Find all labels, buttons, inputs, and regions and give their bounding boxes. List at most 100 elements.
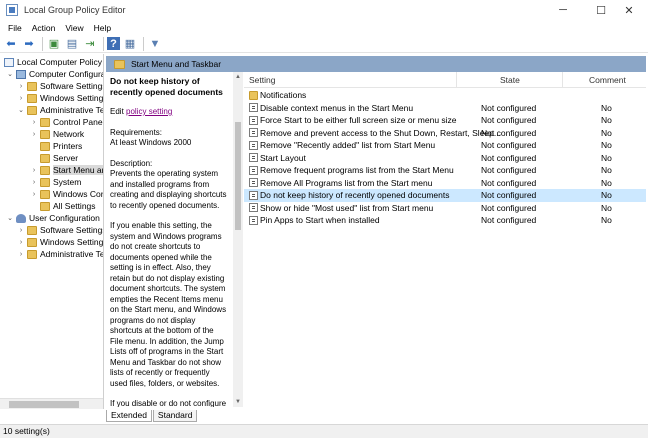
- list-item-folder[interactable]: Notifications: [244, 89, 646, 102]
- tree-node-user-windows-settings[interactable]: › Windows Setting: [17, 236, 103, 248]
- column-header-state[interactable]: State: [500, 75, 520, 85]
- tree-node-windows-components[interactable]: › Windows Cor: [30, 188, 103, 200]
- folder-icon: [40, 165, 50, 175]
- show-hide-tree-icon[interactable]: ▤: [64, 36, 80, 52]
- policy-title: Do not keep history of recently opened d…: [110, 76, 223, 97]
- expand-chevron-icon[interactable]: ›: [17, 227, 25, 234]
- folder-icon: [40, 129, 50, 139]
- expand-chevron-icon[interactable]: ›: [30, 119, 38, 126]
- folder-icon: [27, 225, 37, 235]
- status-text: 10 setting(s): [3, 426, 50, 436]
- folder-icon: [27, 249, 37, 259]
- setting-icon: [249, 178, 258, 188]
- window-title: Local Group Policy Editor: [24, 5, 126, 15]
- scrollbar-thumb[interactable]: [9, 401, 79, 408]
- filter-icon[interactable]: ▼: [147, 36, 163, 52]
- help-icon[interactable]: ?: [107, 37, 120, 50]
- collapse-chevron-icon[interactable]: ⌄: [6, 214, 14, 222]
- edit-policy-line: Edit policy setting: [110, 107, 173, 116]
- folder-icon: [40, 177, 50, 187]
- table-row[interactable]: Force Start to be either full screen siz…: [244, 114, 646, 127]
- folder-icon: [27, 81, 37, 91]
- expand-chevron-icon[interactable]: ›: [17, 239, 25, 246]
- minimize-icon[interactable]: ─: [544, 0, 582, 20]
- table-row[interactable]: Remove "Recently added" list from Start …: [244, 139, 646, 152]
- setting-icon: [249, 165, 258, 175]
- console-tree: Local Computer Policy ⌄ Computer Configu…: [0, 54, 104, 409]
- menu-help[interactable]: Help: [89, 23, 116, 33]
- tree-node-network[interactable]: › Network: [30, 128, 84, 140]
- table-row[interactable]: Remove frequent programs list from the S…: [244, 164, 646, 177]
- tree-node-start-menu-and-taskbar[interactable]: › Start Menu ar: [30, 164, 103, 176]
- tree-node-user-software-settings[interactable]: › Software Settings: [17, 224, 103, 236]
- expand-chevron-icon[interactable]: ›: [17, 83, 25, 90]
- description: Description: Prevents the operating syst…: [110, 158, 227, 210]
- properties-icon[interactable]: ▦: [122, 36, 138, 52]
- scroll-down-icon[interactable]: ▼: [233, 397, 243, 407]
- user-icon: [16, 213, 26, 223]
- setting-icon: [249, 115, 258, 125]
- table-row[interactable]: Pin Apps to Start when installed Not con…: [244, 214, 646, 227]
- expand-chevron-icon[interactable]: ›: [30, 191, 38, 198]
- tree-node-computer-configuration[interactable]: ⌄ Computer Configura: [6, 68, 103, 80]
- menu-view[interactable]: View: [60, 23, 88, 33]
- tree-node-computer-software-settings[interactable]: › Software Settings: [17, 80, 103, 92]
- column-divider[interactable]: [562, 72, 563, 88]
- table-row[interactable]: Remove All Programs list from the Start …: [244, 177, 646, 190]
- table-row[interactable]: Show or hide "Most used" list from Start…: [244, 202, 646, 215]
- column-divider[interactable]: [456, 72, 457, 88]
- tree-node-local-computer-policy[interactable]: Local Computer Policy: [4, 56, 102, 68]
- forward-arrow-icon[interactable]: ➡: [21, 36, 37, 52]
- expand-chevron-icon[interactable]: ›: [30, 167, 38, 174]
- title-bar: Local Group Policy Editor ─ ☐ ✕: [0, 0, 648, 20]
- tree-node-user-configuration[interactable]: ⌄ User Configuration: [6, 212, 100, 224]
- tree-node-system[interactable]: › System: [30, 176, 82, 188]
- expand-chevron-icon[interactable]: ›: [17, 95, 25, 102]
- toolbar: ⬅ ➡ ▣ ▤ ⇥ ? ▦ ▼: [0, 35, 648, 53]
- tree-node-computer-windows-settings[interactable]: › Windows Setting: [17, 92, 103, 104]
- tree-node-control-panel[interactable]: › Control Panel: [30, 116, 103, 128]
- folder-icon: [27, 93, 37, 103]
- table-row[interactable]: Remove and prevent access to the Shut Do…: [244, 127, 646, 140]
- settings-list: Setting State Comment Notifications Disa…: [244, 72, 646, 407]
- requirements: Requirements: At least Windows 2000: [110, 127, 192, 148]
- setting-icon: [249, 153, 258, 163]
- tree-node-all-settings[interactable]: All Settings: [30, 200, 96, 212]
- table-row[interactable]: Disable context menus in the Start Menu …: [244, 102, 646, 115]
- folder-icon: [40, 189, 50, 199]
- back-arrow-icon[interactable]: ⬅: [3, 36, 19, 52]
- setting-icon: [249, 128, 258, 138]
- edit-policy-setting-link[interactable]: policy setting: [126, 107, 172, 116]
- table-row-selected[interactable]: Do not keep history of recently opened d…: [244, 189, 646, 202]
- expand-chevron-icon[interactable]: ›: [17, 251, 25, 258]
- tree-node-printers[interactable]: Printers: [30, 140, 82, 152]
- menu-action[interactable]: Action: [27, 23, 61, 33]
- tree-node-user-administrative-templates[interactable]: › Administrative Te: [17, 248, 103, 260]
- table-row[interactable]: Start Layout Not configured No: [244, 152, 646, 165]
- column-header-setting[interactable]: Setting: [249, 75, 275, 85]
- menu-file[interactable]: File: [3, 23, 27, 33]
- expand-chevron-icon[interactable]: ›: [30, 179, 38, 186]
- setting-icon: [249, 190, 258, 200]
- column-header-comment[interactable]: Comment: [589, 75, 626, 85]
- collapse-chevron-icon[interactable]: ⌄: [6, 70, 14, 78]
- setting-icon: [249, 103, 258, 113]
- export-list-icon[interactable]: ⇥: [82, 36, 98, 52]
- toolbar-separator: [103, 36, 104, 51]
- up-folder-icon[interactable]: ▣: [46, 36, 62, 52]
- close-icon[interactable]: ✕: [610, 0, 648, 20]
- expand-chevron-icon[interactable]: ›: [30, 131, 38, 138]
- tree-node-server[interactable]: Server: [30, 152, 78, 164]
- collapse-chevron-icon[interactable]: ⌄: [17, 106, 25, 114]
- description-paragraph: If you disable or do not configure this …: [110, 399, 227, 407]
- tab-standard[interactable]: Standard: [152, 410, 198, 422]
- tree-node-computer-administrative-templates[interactable]: ⌄ Administrative Te: [17, 104, 103, 116]
- tree-horizontal-scrollbar[interactable]: [0, 398, 103, 409]
- scroll-up-icon[interactable]: ▲: [233, 72, 243, 82]
- scrollbar-thumb[interactable]: [235, 122, 241, 230]
- description-scrollbar[interactable]: ▲ ▼: [233, 72, 243, 407]
- description-paragraph: If you enable this setting, the system a…: [110, 221, 227, 388]
- setting-icon: [249, 215, 258, 225]
- tab-extended[interactable]: Extended: [106, 410, 152, 422]
- pane-header: Start Menu and Taskbar: [106, 56, 646, 72]
